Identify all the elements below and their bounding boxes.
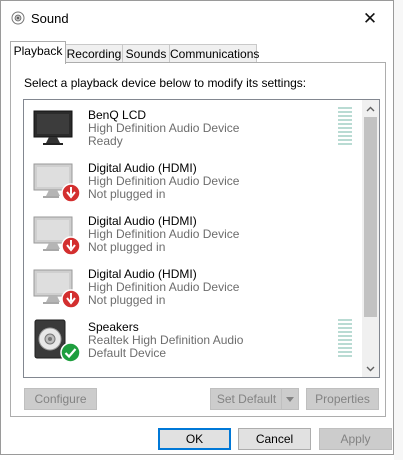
- apply-button[interactable]: Apply: [319, 428, 392, 450]
- device-name: BenQ LCD: [88, 108, 147, 122]
- device-list-scrollbar[interactable]: [362, 100, 379, 377]
- device-status: Not plugged in: [88, 293, 166, 307]
- monitor-icon: [33, 110, 73, 145]
- set-default-dropdown[interactable]: [281, 389, 298, 409]
- device-status: Not plugged in: [88, 187, 166, 201]
- tab-recording[interactable]: Recording: [65, 44, 123, 63]
- chevron-down-icon: [366, 364, 375, 374]
- window-title: Sound: [31, 11, 69, 26]
- set-default-label: Set Default: [216, 392, 277, 406]
- device-status: Ready: [88, 134, 123, 148]
- scroll-down-button[interactable]: [362, 360, 379, 377]
- ok-button[interactable]: OK: [158, 428, 231, 450]
- unplugged-badge-icon: [61, 289, 81, 309]
- chevron-up-icon: [366, 104, 375, 114]
- device-list[interactable]: BenQ LCD High Definition Audio Device Re…: [23, 99, 380, 378]
- volume-level-meter: [338, 319, 352, 359]
- configure-button[interactable]: Configure: [24, 388, 97, 410]
- device-name: Digital Audio (HDMI): [88, 161, 197, 175]
- chevron-down-icon: [286, 396, 294, 402]
- tab-sounds[interactable]: Sounds: [122, 44, 170, 63]
- close-button[interactable]: ✕: [347, 1, 393, 37]
- default-check-icon: [60, 342, 81, 363]
- set-default-button[interactable]: Set Default: [210, 388, 299, 410]
- background-window-edge: [394, 0, 403, 460]
- device-item[interactable]: Digital Audio (HDMI) High Definition Aud…: [24, 259, 362, 312]
- device-name: Digital Audio (HDMI): [88, 267, 197, 281]
- sound-dialog: Sound ✕ Playback Recording Sounds Commun…: [0, 0, 394, 455]
- device-description: High Definition Audio Device: [88, 174, 240, 188]
- device-item[interactable]: Speakers Realtek High Definition Audio D…: [24, 312, 362, 365]
- close-icon: ✕: [362, 9, 378, 28]
- device-name: Speakers: [88, 320, 139, 334]
- playback-panel: Select a playback device below to modify…: [10, 62, 386, 417]
- properties-button[interactable]: Properties: [306, 388, 379, 410]
- device-description: Realtek High Definition Audio: [88, 333, 244, 347]
- scroll-thumb[interactable]: [364, 117, 377, 317]
- device-description: High Definition Audio Device: [88, 227, 240, 241]
- title-bar: Sound ✕: [1, 1, 393, 37]
- speaker-app-icon: [11, 11, 25, 25]
- device-item[interactable]: BenQ LCD High Definition Audio Device Re…: [24, 100, 362, 153]
- device-status: Not plugged in: [88, 240, 166, 254]
- unplugged-badge-icon: [61, 236, 81, 256]
- scroll-up-button[interactable]: [362, 100, 379, 117]
- tab-playback[interactable]: Playback: [10, 41, 66, 64]
- instruction-text: Select a playback device below to modify…: [24, 76, 307, 90]
- device-name: Digital Audio (HDMI): [88, 214, 197, 228]
- device-description: High Definition Audio Device: [88, 280, 240, 294]
- device-item[interactable]: Digital Audio (HDMI) High Definition Aud…: [24, 206, 362, 259]
- cancel-button[interactable]: Cancel: [238, 428, 311, 450]
- device-status: Default Device: [88, 346, 167, 360]
- unplugged-badge-icon: [61, 183, 81, 203]
- volume-level-meter: [338, 107, 352, 147]
- tab-communications[interactable]: Communications: [169, 44, 259, 63]
- device-item[interactable]: Digital Audio (HDMI) High Definition Aud…: [24, 153, 362, 206]
- device-description: High Definition Audio Device: [88, 121, 240, 135]
